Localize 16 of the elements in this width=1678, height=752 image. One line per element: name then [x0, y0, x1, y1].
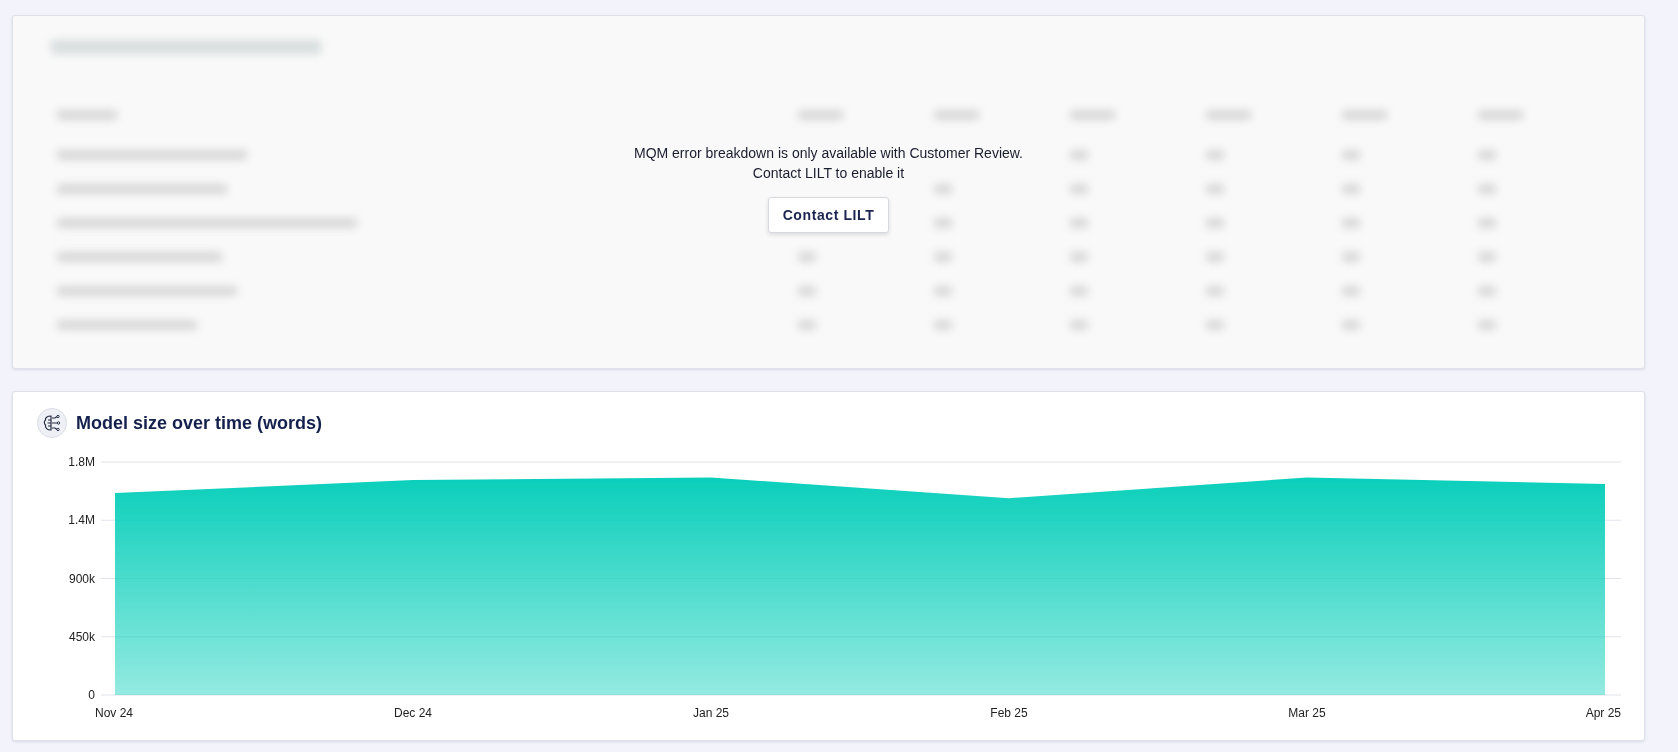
- x-axis-label: Mar 25: [1288, 706, 1326, 720]
- x-axis-label: Nov 24: [95, 706, 134, 720]
- x-axis-label: Jan 25: [693, 706, 729, 720]
- upgrade-message: Contact LILT to enable it: [751, 164, 906, 183]
- contact-button[interactable]: Contact LILT: [767, 197, 890, 233]
- brain-circuit-icon: [37, 408, 67, 438]
- x-axis-label: Feb 25: [990, 706, 1028, 720]
- panel-title: Model size over time (words): [76, 412, 323, 434]
- y-axis-label: 0: [88, 688, 95, 702]
- y-axis-label: 900k: [68, 571, 95, 586]
- y-axis-label: 1.4M: [68, 513, 95, 528]
- y-axis-label: 1.8M: [68, 455, 95, 469]
- y-axis-label: 450k: [68, 629, 95, 644]
- x-axis-label: Apr 25: [1585, 706, 1621, 720]
- x-axis-label: Dec 24: [394, 706, 432, 720]
- upgrade-message: MQM error breakdown is only available with Customer Review.: [633, 144, 1023, 163]
